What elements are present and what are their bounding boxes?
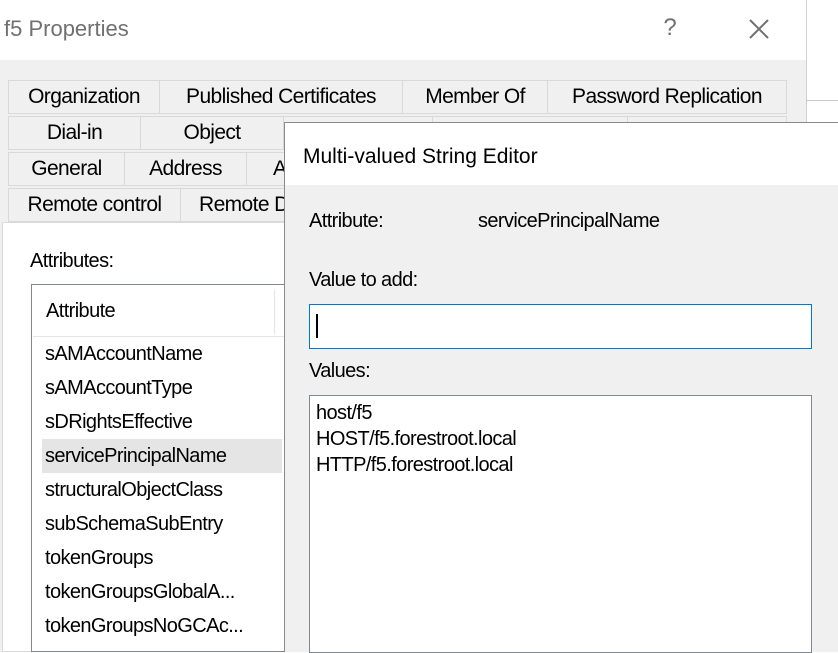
values-list[interactable]: host/f5 HOST/f5.forestroot.local HTTP/f5… [309,395,812,653]
tab-remote-control[interactable]: Remote control [8,188,181,222]
tab-general[interactable]: General [8,152,125,186]
attribute-value: servicePrincipalName [478,210,660,232]
value-to-add-label: Value to add: [309,269,418,291]
list-item[interactable]: sAMAccountType [42,371,282,405]
close-icon [749,19,769,39]
close-button[interactable] [744,14,774,44]
list-item[interactable]: sDRightsEffective [42,405,282,439]
background-divider [806,100,838,101]
tab-address[interactable]: Address [124,152,247,186]
column-header-attribute[interactable]: Attribute [33,286,290,337]
value-to-add-input[interactable] [309,304,812,349]
attribute-label: Attribute: [309,210,384,232]
tab-published-certificates[interactable]: Published Certificates [159,80,403,114]
list-item[interactable]: tokenGroups [42,541,282,575]
tab-object[interactable]: Object [140,116,284,150]
values-label: Values: [309,360,371,382]
tab-password-replication[interactable]: Password Replication [547,80,787,114]
column-divider[interactable] [274,290,275,334]
text-caret [316,314,318,338]
value-item[interactable]: HOST/f5.forestroot.local [316,426,517,452]
tab-member-of[interactable]: Member Of [402,80,548,114]
list-item[interactable]: subSchemaSubEntry [42,507,282,541]
dialog-title: Multi-valued String Editor [303,145,538,168]
value-item[interactable]: host/f5 [316,400,372,426]
column-header-label: Attribute [46,300,116,322]
string-editor-titlebar: Multi-valued String Editor [285,123,838,185]
attributes-list[interactable]: Attribute sAMAccountName sAMAccountType … [31,284,291,652]
tab-dial-in[interactable]: Dial-in [8,116,141,150]
list-item-selected[interactable]: servicePrincipalName [42,439,282,473]
window-title: f5 Properties [4,16,129,41]
list-item[interactable]: sAMAccountName [42,337,282,371]
value-item[interactable]: HTTP/f5.forestroot.local [316,452,513,478]
string-editor-dialog: Multi-valued String Editor Attribute: se… [284,122,838,653]
list-item[interactable]: tokenGroupsNoGCAc... [42,609,282,643]
list-item[interactable]: structuralObjectClass [42,473,282,507]
tab-organization[interactable]: Organization [8,80,160,114]
attributes-label: Attributes: [30,250,114,272]
properties-titlebar: f5 Properties ? [0,0,806,60]
list-item[interactable]: tokenGroupsGlobalA... [42,575,282,609]
help-button[interactable]: ? [658,14,682,42]
